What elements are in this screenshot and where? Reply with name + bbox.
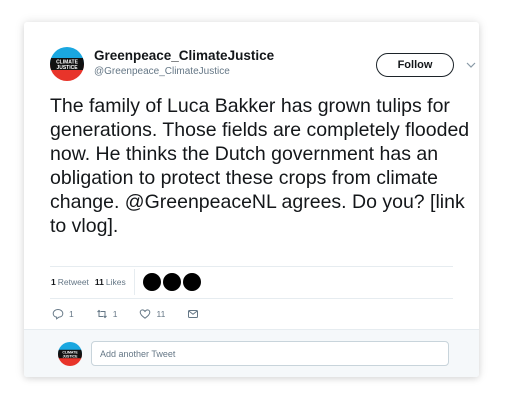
retweet-stat-label: Retweet <box>57 277 89 287</box>
avatar[interactable]: CLIMATE JUSTICE <box>50 47 84 81</box>
display-name[interactable]: Greenpeace_ClimateJustice <box>94 48 274 63</box>
like-action-count: 11 <box>156 309 166 319</box>
retweet-icon <box>96 309 107 319</box>
climate-justice-logo-icon: CLIMATE JUSTICE <box>50 47 84 81</box>
retweet-stat[interactable]: 1 Retweet <box>51 277 89 287</box>
liker-avatar[interactable] <box>162 273 181 291</box>
divider <box>50 266 453 267</box>
tweet-stats: 1 Retweet 11 Likes <box>51 269 203 295</box>
climate-justice-logo-icon: CLIMATE JUSTICE <box>58 342 82 366</box>
like-count: 11 <box>94 277 104 287</box>
follow-button[interactable]: Follow <box>376 53 454 77</box>
reply-composer: CLIMATE JUSTICE <box>24 329 479 377</box>
reply-avatar: CLIMATE JUSTICE <box>58 342 82 366</box>
tweet-card: CLIMATE JUSTICE Greenpeace_ClimateJustic… <box>24 22 479 377</box>
reply-count: 1 <box>69 309 74 319</box>
divider <box>50 298 453 299</box>
like-button[interactable]: 11 <box>139 308 165 320</box>
message-button[interactable] <box>187 308 204 320</box>
reply-input[interactable] <box>91 341 449 366</box>
like-stat-label: Likes <box>105 277 126 287</box>
liker-avatar[interactable] <box>182 273 201 291</box>
tweet-header: CLIMATE JUSTICE Greenpeace_ClimateJustic… <box>50 47 476 93</box>
like-icon <box>140 309 151 319</box>
retweet-action-count: 1 <box>112 309 118 319</box>
reply-button[interactable]: 1 <box>52 308 74 320</box>
message-icon <box>188 310 199 318</box>
tweet-actions: 1 1 11 <box>52 306 226 322</box>
liker-avatar[interactable] <box>142 273 161 291</box>
tweet-text: The family of Luca Bakker has grown tuli… <box>50 95 470 237</box>
svg-text:JUSTICE: JUSTICE <box>63 355 79 359</box>
retweet-count: 1 <box>51 277 56 287</box>
liker-avatars <box>142 273 203 291</box>
reply-icon <box>52 308 64 320</box>
user-handle[interactable]: @Greenpeace_ClimateJustice <box>94 66 230 77</box>
stat-separator <box>133 269 135 295</box>
retweet-button[interactable]: 1 <box>96 308 118 320</box>
like-stat[interactable]: 11 Likes <box>95 277 126 287</box>
svg-text:JUSTICE: JUSTICE <box>56 65 78 71</box>
chevron-down-icon[interactable] <box>465 59 477 71</box>
